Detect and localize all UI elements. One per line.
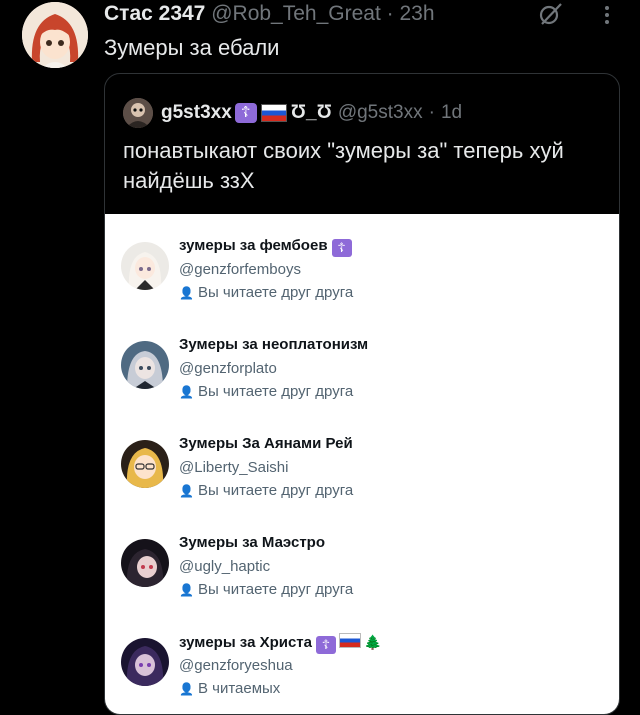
account-avatar <box>121 440 169 488</box>
account-handle: @Liberty_Saishi <box>179 459 289 476</box>
person-icon: 👤 <box>179 385 194 399</box>
follow-status: 👤 Вы читаете друг друга <box>179 481 353 501</box>
quote-face-emoticon: Ʊ_Ʊ <box>290 102 332 123</box>
account-handle: @ugly_haptic <box>179 558 271 575</box>
follow-status-text: В читаемых <box>197 680 281 697</box>
account-name: Зумеры За Аянами Рей <box>179 435 353 452</box>
accounts-screenshot: зумеры за фембоев ☦ @genzforfemboys 👤 Вы ч… <box>105 214 619 714</box>
account-handle: @genzforyeshua <box>179 657 293 674</box>
follow-status: 👤 Вы читаете друг друга <box>179 283 353 303</box>
author-handle[interactable]: @Rob_Teh_Great <box>211 2 381 25</box>
tree-icon: 🌲 <box>364 634 382 650</box>
account-name: Зумеры за Маэстро <box>179 534 326 551</box>
quote-author-handle[interactable]: @g5st3xx <box>338 101 423 125</box>
person-icon: 👤 <box>179 286 194 300</box>
account-handle: @genzforplato <box>179 360 277 377</box>
account-handle: @genzforfemboys <box>179 261 301 278</box>
tweet-text: Зумеры за ебали <box>104 35 280 60</box>
follow-status: 👤 Вы читаете друг друга <box>179 580 353 600</box>
person-icon: 👤 <box>179 583 194 597</box>
account-name-row: зумеры за фембоев ☦ <box>179 236 352 257</box>
orthodox-cross-badge: ☦ <box>331 239 352 257</box>
list-item[interactable]: Зумеры за Маэстро @ugly_haptic 👤 Вы читае… <box>121 533 591 613</box>
follow-status-text: Вы читаете друг друга <box>197 284 354 301</box>
account-name: Зумеры за неоплатонизм <box>179 336 369 353</box>
list-item[interactable]: зумеры за Христа ☦ 🌲 @genzforyeshua 👤 В чит… <box>121 632 591 712</box>
person-icon: 👤 <box>179 484 194 498</box>
person-icon: 👤 <box>179 682 194 696</box>
grok-icon[interactable] <box>538 2 564 26</box>
follow-status-text: Вы читаете друг друга <box>197 581 354 598</box>
list-item[interactable]: Зумеры За Аянами Рей @Liberty_Saishi 👤 Вы… <box>121 434 591 514</box>
russian-flag-icon <box>339 633 361 648</box>
more-options-icon[interactable] <box>600 4 614 26</box>
follow-status: 👤 Вы читаете друг друга <box>179 382 353 402</box>
account-name: зумеры за фембоев <box>179 237 328 254</box>
account-avatar <box>121 242 169 290</box>
quote-author-name[interactable]: g5st3xx <box>161 101 232 125</box>
author-avatar[interactable] <box>22 2 88 68</box>
follow-status-text: Вы читаете друг друга <box>197 383 354 400</box>
quoted-tweet[interactable]: g5st3xx ☦ Ʊ_Ʊ @g5st3xx · 1d понавтыкают … <box>104 73 620 715</box>
account-avatar <box>121 638 169 686</box>
follow-status: 👤 В читаемых <box>179 679 280 699</box>
tweet-time[interactable]: 23h <box>400 2 435 25</box>
quote-author-avatar[interactable] <box>123 98 153 128</box>
follow-status-text: Вы читаете друг друга <box>197 482 354 499</box>
author-name[interactable]: Стас 2347 <box>104 2 205 25</box>
list-item[interactable]: зумеры за фембоев ☦ @genzforfemboys 👤 Вы ч… <box>121 236 591 316</box>
quote-time[interactable]: 1d <box>441 101 462 125</box>
account-name-row: зумеры за Христа ☦ 🌲 <box>179 632 381 654</box>
account-avatar <box>121 341 169 389</box>
orthodox-cross-badge: ☦ <box>234 103 257 123</box>
quote-header: g5st3xx ☦ Ʊ_Ʊ @g5st3xx · 1d <box>123 98 462 128</box>
orthodox-cross-badge: ☦ <box>316 636 336 654</box>
quote-separator: · <box>428 102 435 123</box>
russian-flag-icon <box>260 104 287 122</box>
quote-text: понавтыкают своих "зумеры за" теперь хуй… <box>123 138 564 193</box>
tweet-header: Стас 2347 @Rob_Teh_Great · 23h <box>104 2 435 26</box>
list-item[interactable]: Зумеры за неоплатонизм @genzforplato 👤 Вы… <box>121 335 591 415</box>
header-separator: · <box>386 2 394 25</box>
account-avatar <box>121 539 169 587</box>
account-name: зумеры за Христа <box>179 634 312 651</box>
